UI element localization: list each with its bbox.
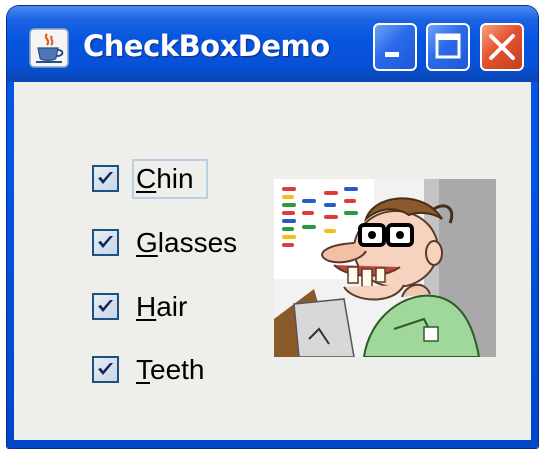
checkbox-box[interactable] — [92, 356, 119, 383]
checkbox-label[interactable]: Teeth — [136, 353, 205, 387]
maximize-button[interactable] — [426, 23, 470, 71]
checkbox-label[interactable]: Glasses — [136, 226, 237, 260]
content-pane: Chin Glasses Hair Teeth — [14, 82, 531, 440]
checkbox-box[interactable] — [92, 229, 119, 256]
window-title: CheckBoxDemo — [83, 29, 330, 63]
checkboxdemo-window: CheckBoxDemo Chin Glasses Hair Teeth — [7, 6, 538, 448]
checkbox-label[interactable]: Hair — [136, 290, 187, 324]
minimize-icon — [385, 52, 399, 57]
checkmark-icon — [98, 172, 113, 184]
checkmark-icon — [98, 236, 113, 248]
close-button[interactable] — [480, 23, 524, 71]
java-coffee-cup-icon[interactable] — [29, 28, 69, 68]
close-icon — [489, 34, 515, 60]
minimize-button[interactable] — [373, 23, 417, 71]
checkmark-icon — [98, 363, 113, 375]
checkbox-label[interactable]: Chin — [136, 162, 194, 196]
title-bar[interactable]: CheckBoxDemo — [7, 6, 538, 82]
checkbox-box[interactable] — [92, 165, 119, 192]
checkmark-icon — [98, 300, 113, 312]
checkbox-box[interactable] — [92, 293, 119, 320]
maximize-icon — [435, 33, 461, 59]
geek-cartoon-picture — [274, 179, 496, 357]
